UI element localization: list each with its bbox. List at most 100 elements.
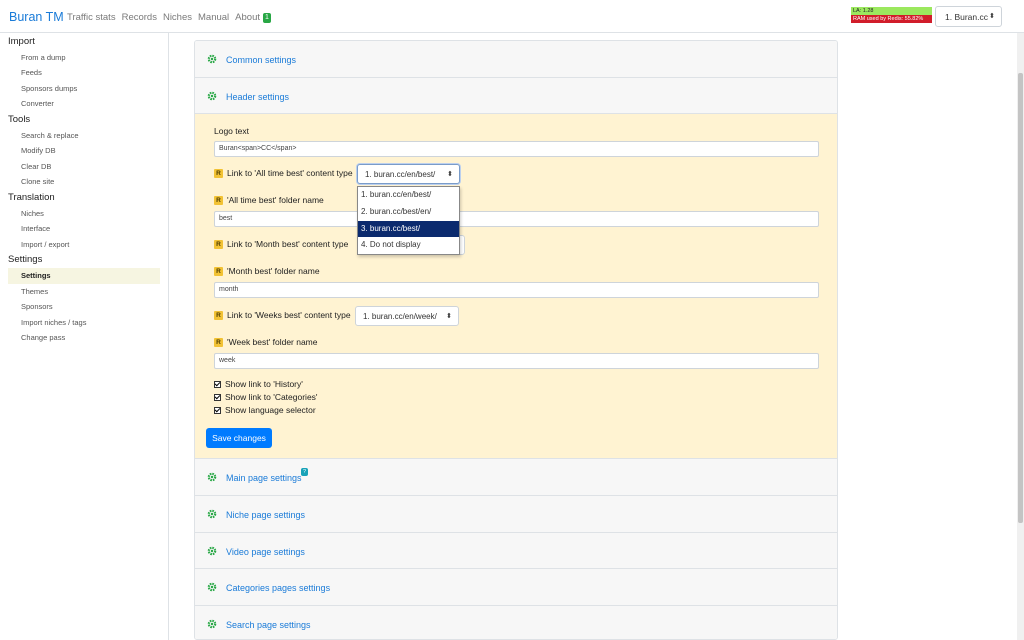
logo-text-input[interactable]: Buran<span>CC</span>: [214, 141, 819, 158]
help-badge[interactable]: ?: [301, 468, 309, 477]
ram-usage: RAM used by Redis: 55.82%: [851, 15, 932, 23]
nav-records[interactable]: Records: [122, 12, 157, 23]
site-select-value: 1. Buran.cc: [945, 12, 988, 22]
top-navbar: Buran TM Traffic stats Records Niches Ma…: [0, 0, 1024, 33]
page-scrollbar[interactable]: [1017, 33, 1024, 640]
load-average: LA: 1.28: [851, 7, 932, 15]
section-categories-pages-settings[interactable]: Categories pages settings: [195, 569, 837, 607]
sidebar-item-import-export[interactable]: Import / export: [21, 237, 168, 253]
dropdown-option-2[interactable]: 2. buran.cc/best/en/: [358, 204, 459, 221]
gear-icon: [207, 54, 217, 64]
checkbox-box[interactable]: [214, 406, 221, 414]
section-title: Niche page settings: [226, 510, 306, 521]
gear-icon: [207, 619, 217, 629]
sidebar-item-interface[interactable]: Interface: [21, 221, 168, 237]
nav-links: Traffic stats Records Niches Manual Abou…: [67, 12, 271, 23]
sidebar-section-tools: Tools: [8, 113, 31, 125]
sidebar-item-modify-db[interactable]: Modify DB: [21, 143, 168, 159]
weeks-link-label-text: Link to 'Weeks best' content type: [227, 310, 351, 321]
alltime-link-label: R Link to 'All time best' content type: [214, 168, 353, 178]
weeks-link-select-value: 1. buran.cc/en/week/: [363, 312, 437, 322]
r-badge: R: [214, 195, 223, 205]
weeks-link-select[interactable]: 1. buran.cc/en/week/ ⬍: [355, 306, 459, 327]
logo-text-label-text: Logo text: [214, 126, 249, 137]
show-history-checkbox[interactable]: Show link to 'History': [214, 379, 303, 389]
checkbox-box[interactable]: [214, 380, 221, 388]
sidebar-section-import: Import: [8, 36, 35, 47]
r-badge: R: [214, 239, 223, 249]
show-language-checkbox[interactable]: Show language selector: [214, 405, 316, 415]
sidebar-item-from-dump[interactable]: From a dump: [21, 50, 168, 66]
section-video-page-settings[interactable]: Video page settings: [195, 532, 837, 570]
gear-icon: [207, 583, 217, 592]
scrollbar-thumb[interactable]: [1018, 73, 1023, 523]
settings-panel: Common settings Header settings Logo tex…: [194, 40, 838, 640]
month-link-label-text: Link to 'Month best' content type: [227, 239, 349, 250]
select-arrows-icon: ⬍: [989, 13, 995, 20]
logo-text-label: Logo text: [214, 126, 249, 136]
sidebar-section-settings: Settings: [8, 254, 43, 266]
alltime-link-label-text: Link to 'All time best' content type: [227, 168, 353, 179]
sidebar-section-translation: Translation: [8, 191, 55, 203]
alltime-folder-label-text: 'All time best' folder name: [227, 195, 324, 206]
gear-icon: [207, 546, 217, 556]
alltime-link-select[interactable]: 1. buran.cc/en/best/ ⬍: [357, 164, 460, 185]
section-title: Video page settings: [226, 546, 305, 557]
gear-icon: [207, 91, 217, 100]
section-niche-page-settings[interactable]: Niche page settings: [195, 496, 837, 533]
sidebar-item-search-replace[interactable]: Search & replace: [21, 128, 168, 144]
nav-niches[interactable]: Niches: [163, 12, 192, 23]
about-badge: 1: [263, 12, 271, 23]
sidebar-item-sponsors-dumps[interactable]: Sponsors dumps: [21, 81, 168, 97]
month-link-label: R Link to 'Month best' content type: [214, 239, 348, 249]
nav-about-label: About: [235, 12, 260, 23]
server-stats: LA: 1.28 RAM used by Redis: 55.82%: [851, 7, 932, 23]
nav-manual[interactable]: Manual: [198, 12, 229, 23]
section-main-page-settings[interactable]: Main page settings ?: [195, 459, 837, 497]
sidebar-item-clear-db[interactable]: Clear DB: [21, 159, 168, 175]
section-header-settings[interactable]: Header settings: [195, 77, 837, 115]
weeks-link-label: R Link to 'Weeks best' content type: [214, 310, 351, 320]
checkbox-box[interactable]: [214, 393, 221, 401]
alltime-folder-input[interactable]: best: [214, 211, 819, 228]
r-badge: R: [214, 310, 223, 320]
checkbox-label: Show link to 'History': [225, 379, 303, 390]
month-folder-label: R 'Month best' folder name: [214, 266, 320, 276]
dropdown-option-3[interactable]: 3. buran.cc/best/: [358, 220, 459, 238]
dropdown-option-1[interactable]: 1. buran.cc/en/best/: [358, 187, 459, 204]
save-changes-button[interactable]: Save changes: [206, 428, 272, 449]
sidebar-item-converter[interactable]: Converter: [21, 96, 168, 112]
r-badge: R: [214, 168, 223, 178]
week-folder-label-text: 'Week best' folder name: [227, 337, 318, 348]
select-arrows-icon: ⬍: [447, 171, 453, 179]
header-settings-form: Logo text Buran<span>CC</span> R Link to…: [195, 114, 837, 460]
sidebar-item-change-pass[interactable]: Change pass: [21, 330, 168, 346]
sidebar-item-settings[interactable]: Settings: [8, 267, 160, 284]
sidebar-item-import-niches-tags[interactable]: Import niches / tags: [21, 315, 168, 331]
sidebar-item-sponsors[interactable]: Sponsors: [21, 299, 168, 315]
show-categories-checkbox[interactable]: Show link to 'Categories': [214, 392, 318, 402]
sidebar-item-feeds[interactable]: Feeds: [21, 65, 168, 81]
checkbox-label: Show language selector: [225, 405, 316, 416]
alltime-folder-label: R 'All time best' folder name: [214, 195, 324, 205]
sidebar-item-themes[interactable]: Themes: [21, 284, 168, 300]
month-folder-input[interactable]: month: [214, 282, 819, 299]
dropdown-option-4[interactable]: 4. Do not display: [358, 237, 459, 254]
week-folder-label: R 'Week best' folder name: [214, 337, 318, 347]
sidebar-item-niches[interactable]: Niches: [21, 206, 168, 222]
section-title: Common settings: [226, 55, 297, 65]
site-select[interactable]: 1. Buran.cc ⬍: [935, 6, 1002, 27]
brand-link[interactable]: Buran TM: [9, 10, 64, 24]
nav-about[interactable]: About 1: [235, 12, 271, 23]
r-badge: R: [214, 337, 223, 347]
checkbox-label: Show link to 'Categories': [225, 392, 318, 403]
gear-icon: [207, 509, 217, 519]
section-search-page-settings[interactable]: Search page settings: [195, 606, 837, 639]
section-common-settings[interactable]: Common settings: [195, 41, 837, 78]
alltime-link-dropdown: 1. buran.cc/en/best/ 2. buran.cc/best/en…: [357, 186, 460, 256]
section-title: Search page settings: [226, 620, 311, 631]
week-folder-input[interactable]: week: [214, 353, 819, 370]
sidebar-item-clone-site[interactable]: Clone site: [21, 174, 168, 190]
gear-icon: [207, 473, 217, 482]
nav-traffic-stats[interactable]: Traffic stats: [67, 12, 116, 23]
